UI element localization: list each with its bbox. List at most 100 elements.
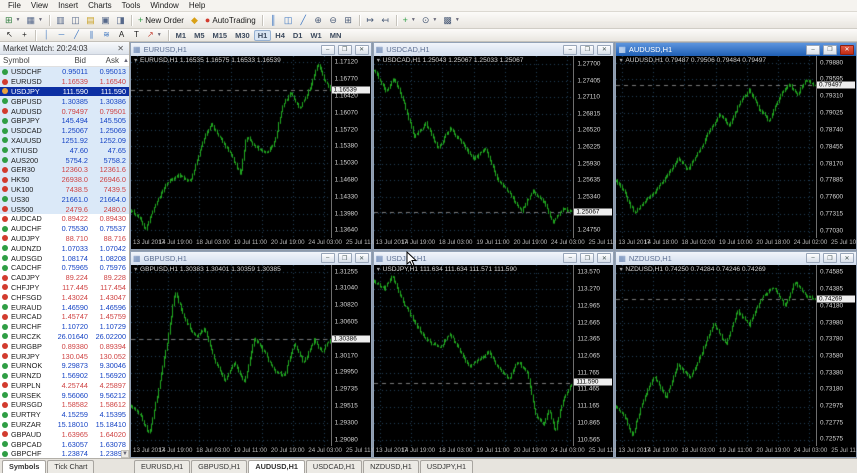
crosshair-tool-button[interactable]: + <box>17 30 32 41</box>
close-icon[interactable]: ✕ <box>840 44 854 55</box>
market-watch-row-audusd[interactable]: AUDUSD 0.79497 0.79501 <box>0 106 129 116</box>
column-bid[interactable]: Bid <box>52 56 89 65</box>
market-watch-row-eurnzd[interactable]: EURNZD 1.56902 1.56920 <box>0 371 129 381</box>
chart-window-titlebar[interactable]: ▦ USDCAD,H1 – ❐ ✕ <box>373 43 614 56</box>
market-watch-row-eurjpy[interactable]: EURJPY 130.045 130.052 <box>0 351 129 361</box>
tab-tick-chart[interactable]: Tick Chart <box>47 460 95 473</box>
autotrading-button[interactable]: ● AutoTrading <box>202 13 259 27</box>
chart-tab-eurusd-h1[interactable]: EURUSD,H1 <box>134 460 191 473</box>
minimize-icon[interactable]: – <box>563 253 578 263</box>
market-watch-row-eurtry[interactable]: EURTRY 4.15259 4.15395 <box>0 410 129 420</box>
chart-window-titlebar[interactable]: ▦ USDJPY,H1 – ❐ ✕ <box>373 251 614 265</box>
market-watch-row-gbpchf[interactable]: GBPCHF 1.23874 1.23891 <box>0 449 129 458</box>
market-watch-row-cadjpy[interactable]: CADJPY 89.224 89.228 <box>0 273 129 283</box>
periods-button[interactable]: ⊙ ▼ <box>419 13 441 27</box>
market-watch-row-usdchf[interactable]: USDCHF 0.95011 0.95013 <box>0 67 129 77</box>
tab-symbols[interactable]: Symbols <box>2 460 47 473</box>
time-axis[interactable]: 13 Jul 2017 14 Jul 19:00 18 Jul 03:00 19 Ju… <box>131 446 379 457</box>
market-watch-toggle-button[interactable]: ▥ <box>53 13 68 27</box>
cursor-tool-button[interactable]: ↖ <box>2 30 17 41</box>
market-watch-row-xtiusd[interactable]: XTIUSD 47.60 47.65 <box>0 145 129 156</box>
restore-icon[interactable]: ❐ <box>580 253 595 263</box>
auto-scroll-button[interactable]: ↦ <box>363 13 378 27</box>
market-watch-row-eurnok[interactable]: EURNOK 9.29873 9.30046 <box>0 361 129 371</box>
timeframe-m15[interactable]: M15 <box>209 30 232 41</box>
time-axis[interactable]: 13 Jul 2017 14 Jul 18:00 18 Jul 02:00 19 Ju… <box>616 237 857 249</box>
vertical-line-tool-button[interactable]: │ <box>39 30 54 41</box>
chart-window-usdjpy[interactable]: ▦ USDJPY,H1 – ❐ ✕ ▼ USDJPY,H1 111.634 11… <box>372 250 622 458</box>
chart-canvas-area[interactable]: ▼ GBPUSD,H1 1.30383 1.30401 1.30359 1.30… <box>131 264 331 447</box>
market-watch-row-euraud[interactable]: EURAUD 1.46590 1.46596 <box>0 302 129 312</box>
chart-window-titlebar[interactable]: ▦ NZDUSD,H1 – ❐ ✕ <box>616 251 856 265</box>
zoom-out-button[interactable]: ⊖ <box>326 13 341 27</box>
indicators-button[interactable]: + ▼ <box>400 13 419 27</box>
minimize-icon[interactable]: – <box>563 44 578 55</box>
market-watch-row-uk100[interactable]: UK100 7438.5 7439.5 <box>0 184 129 195</box>
market-watch-row-cadchf[interactable]: CADCHF 0.75965 0.75976 <box>0 263 129 273</box>
chart-tab-audusd-h1[interactable]: AUDUSD,H1 <box>248 460 305 473</box>
horizontal-line-tool-button[interactable]: ─ <box>54 30 69 41</box>
restore-icon[interactable]: ❐ <box>337 44 352 55</box>
market-watch-row-aus200[interactable]: AUS200 5754.2 5758.2 <box>0 155 129 165</box>
menu-tools[interactable]: Tools <box>117 1 146 10</box>
chart-window-titlebar[interactable]: ▦ AUDUSD,H1 – ❐ ✕ <box>616 43 856 56</box>
chart-window-titlebar[interactable]: ▦ EURUSD,H1 – ❐ ✕ <box>131 43 371 56</box>
menu-file[interactable]: File <box>3 1 26 10</box>
strategy-tester-toggle-button[interactable]: ◨ <box>113 13 128 27</box>
new-order-button[interactable]: + New Order <box>135 13 187 27</box>
chart-canvas-area[interactable]: ▼ USDJPY,H1 111.634 111.634 111.571 111.… <box>373 264 574 447</box>
minimize-icon[interactable]: – <box>806 253 820 263</box>
minimize-icon[interactable]: – <box>320 253 335 263</box>
terminal-toggle-button[interactable]: ▣ <box>98 13 113 27</box>
column-ask[interactable]: Ask <box>89 56 122 65</box>
market-watch-row-ger30[interactable]: GER30 12360.3 12361.6 <box>0 164 129 175</box>
minimize-icon[interactable]: – <box>806 44 820 55</box>
data-window-toggle-button[interactable]: ◫ <box>68 13 83 27</box>
menu-charts[interactable]: Charts <box>83 1 117 10</box>
market-watch-row-us500[interactable]: US500 2479.6 2480.0 <box>0 204 129 214</box>
market-watch-row-gbpaud[interactable]: GBPAUD 1.63965 1.64020 <box>0 429 129 439</box>
time-axis[interactable]: 13 Jul 2017 14 Jul 19:00 18 Jul 03:00 19 Ju… <box>616 446 857 457</box>
market-watch-row-eurcad[interactable]: EURCAD 1.45747 1.45759 <box>0 312 129 322</box>
profiles-button[interactable]: ▦ ▼ <box>24 13 46 27</box>
navigator-toggle-button[interactable]: ▤ <box>83 13 98 27</box>
price-axis[interactable]: 0.74585 0.74385 0.74180 0.73980 0.73780 0.735… <box>816 264 856 446</box>
chart-canvas-area[interactable]: ▼ NZDUSD,H1 0.74250 0.74284 0.74246 0.74… <box>616 264 817 447</box>
market-watch-row-audsgd[interactable]: AUDSGD 1.08174 1.08208 <box>0 253 129 263</box>
market-watch-row-eurchf[interactable]: EURCHF 1.10720 1.10729 <box>0 322 129 332</box>
menu-view[interactable]: View <box>26 1 53 10</box>
market-watch-row-audjpy[interactable]: AUDJPY 88.710 88.716 <box>0 234 129 244</box>
candlestick-mode-button[interactable]: ◫ <box>281 13 296 27</box>
close-icon[interactable]: ✕ <box>354 44 369 55</box>
chart-window-nzdusd[interactable]: ▦ NZDUSD,H1 – ❐ ✕ ▼ NZDUSD,H1 0.74250 0.… <box>615 250 857 458</box>
restore-icon[interactable]: ❐ <box>337 253 352 263</box>
market-watch-row-gbpusd[interactable]: GBPUSD 1.30385 1.30386 <box>0 96 129 107</box>
market-watch-row-audnzd[interactable]: AUDNZD 1.07033 1.07042 <box>0 243 129 253</box>
timeframe-m30[interactable]: M30 <box>231 30 254 41</box>
timeframe-w1[interactable]: W1 <box>306 30 325 41</box>
arrows-tool-button[interactable]: ↗ ▼ <box>144 30 165 41</box>
market-watch-row-eurpln[interactable]: EURPLN 4.25744 4.25897 <box>0 381 129 391</box>
bar-chart-mode-button[interactable]: ║ <box>266 13 281 27</box>
time-axis[interactable]: 13 Jul 2017 14 Jul 19:00 18 Jul 03:00 19 Ju… <box>373 446 622 457</box>
templates-button[interactable]: ▩ ▼ <box>440 13 462 27</box>
restore-icon[interactable]: ❐ <box>580 44 595 55</box>
timeframe-m1[interactable]: M1 <box>172 30 190 41</box>
text-tool-button[interactable]: A <box>114 30 129 41</box>
chart-tab-usdcad-h1[interactable]: USDCAD,H1 <box>305 460 363 473</box>
market-watch-row-chfsgd[interactable]: CHFSGD 1.43024 1.43047 <box>0 292 129 302</box>
label-tool-button[interactable]: T <box>129 30 144 41</box>
chart-tab-gbpusd-h1[interactable]: GBPUSD,H1 <box>191 460 248 473</box>
timeframe-h4[interactable]: H4 <box>271 30 289 41</box>
chart-canvas-area[interactable]: ▼ EURUSD,H1 1.16535 1.16575 1.16533 1.16… <box>131 56 331 238</box>
price-axis[interactable]: 1.17120 1.16770 1.16420 1.16070 1.15720 1.153… <box>330 56 371 238</box>
chart-shift-button[interactable]: ↤ <box>378 13 393 27</box>
market-watch-row-chfjpy[interactable]: CHFJPY 117.445 117.454 <box>0 283 129 293</box>
market-watch-row-eursgd[interactable]: EURSGD 1.58582 1.58612 <box>0 400 129 410</box>
market-watch-row-hk50[interactable]: HK50 26938.0 26946.0 <box>0 174 129 185</box>
close-icon[interactable]: ✕ <box>597 253 612 263</box>
market-watch-row-gbpjpy[interactable]: GBPJPY 145.494 145.505 <box>0 115 129 126</box>
menu-help[interactable]: Help <box>184 1 210 10</box>
chart-tab-usdjpy-h1[interactable]: USDJPY,H1 <box>419 460 474 473</box>
scroll-down-icon[interactable]: ▼ <box>121 450 129 458</box>
